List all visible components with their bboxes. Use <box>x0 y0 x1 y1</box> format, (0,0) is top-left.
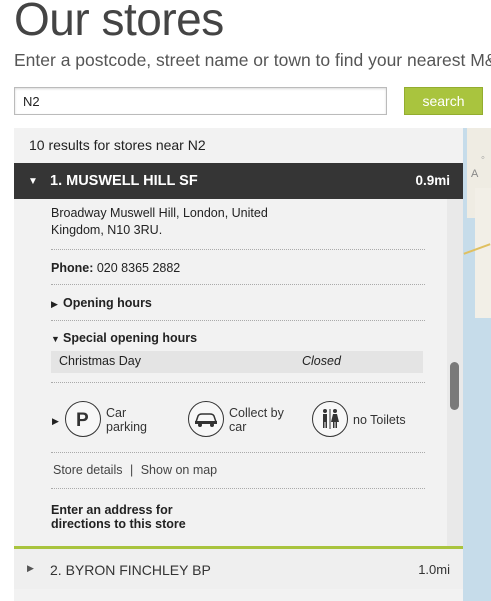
facility-collect: Collect by car <box>229 406 284 434</box>
triangle-right-icon: ▶ <box>27 563 34 573</box>
parking-icon: P <box>65 401 101 437</box>
store-address: Broadway Muswell Hill, London, United Ki… <box>51 206 268 237</box>
store-details-link[interactable]: Store details <box>53 463 122 477</box>
divider <box>51 382 425 383</box>
store-distance: 0.9mi <box>415 173 450 188</box>
link-separator: | <box>129 463 134 477</box>
special-hours-row: Christmas Day Closed <box>51 351 423 373</box>
opening-hours-toggle[interactable]: ▶ Opening hours <box>51 296 152 310</box>
search-button[interactable]: search <box>404 87 483 115</box>
directions-prompt: Enter an address for directions to this … <box>51 503 186 531</box>
phone-value: 020 8365 2882 <box>96 261 181 275</box>
car-icon <box>188 401 224 437</box>
map-marker-icon: ◦ <box>481 152 485 164</box>
store-header-muswell-hill[interactable]: ▼ 1. MUSWELL HILL SF 0.9mi <box>14 163 463 199</box>
facility-parking: Car parking <box>106 406 147 434</box>
phone-label: Phone: <box>51 261 94 275</box>
scrollbar-thumb[interactable] <box>450 362 459 410</box>
map-label: A <box>471 168 479 180</box>
divider <box>51 249 425 250</box>
store-distance: 1.0mi <box>418 562 450 577</box>
show-on-map-link[interactable]: Show on map <box>141 463 217 477</box>
store-links: Store details | Show on map <box>53 463 217 477</box>
special-status: Closed <box>302 354 341 368</box>
toilets-icon <box>312 401 348 437</box>
triangle-down-icon: ▼ <box>28 176 38 187</box>
store-name: 2. BYRON FINCHLEY BP <box>50 562 211 578</box>
page-title: Our stores <box>14 0 224 45</box>
store-header-byron-finchley[interactable]: ▶ 2. BYRON FINCHLEY BP 1.0mi <box>14 549 463 589</box>
results-count: 10 results for stores near N2 <box>29 137 206 153</box>
facility-toilets: no Toilets <box>353 413 406 427</box>
divider <box>51 452 425 453</box>
special-day: Christmas Day <box>59 354 141 368</box>
triangle-down-icon: ▼ <box>51 334 60 344</box>
search-input[interactable] <box>14 87 387 115</box>
divider <box>51 284 425 285</box>
store-name: 1. MUSWELL HILL SF <box>50 173 198 189</box>
special-hours-toggle[interactable]: ▼ Special opening hours <box>51 331 197 345</box>
triangle-right-icon: ▶ <box>51 299 58 309</box>
store-phone: Phone: 020 8365 2882 <box>51 261 425 275</box>
page-subtitle: Enter a postcode, street name or town to… <box>14 50 491 70</box>
triangle-right-icon[interactable]: ▶ <box>52 416 59 427</box>
divider <box>51 488 425 489</box>
svg-text:P: P <box>76 410 89 430</box>
map-view[interactable]: ◦ A <box>463 128 491 601</box>
divider <box>51 320 425 321</box>
